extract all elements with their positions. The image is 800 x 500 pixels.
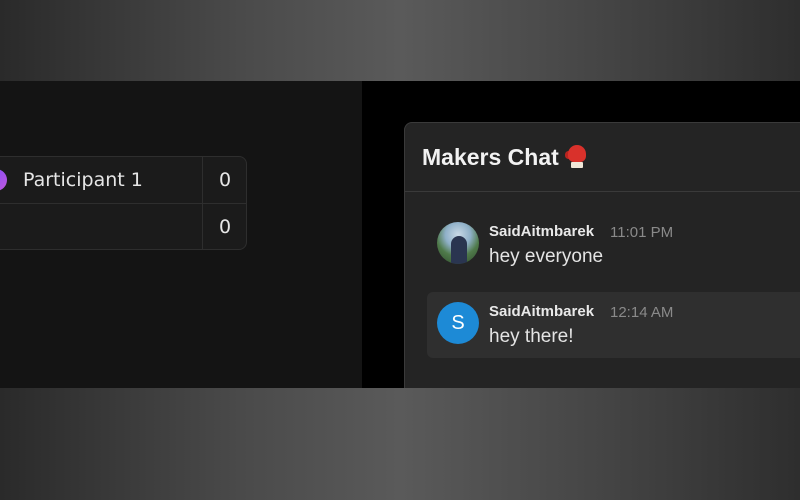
message-timestamp: 11:01 PM bbox=[610, 224, 674, 241]
app-window: Participant 1 0 0 Makers Chat SaidAitmba… bbox=[0, 81, 800, 388]
participant-name: Participant 1 bbox=[23, 169, 143, 191]
participant-score: 0 bbox=[218, 216, 232, 238]
avatar[interactable] bbox=[437, 222, 479, 264]
message-author[interactable]: SaidAitmbarek bbox=[489, 303, 594, 320]
message-text: hey there! bbox=[489, 326, 574, 347]
message-timestamp: 12:14 AM bbox=[610, 304, 674, 321]
message-text: hey everyone bbox=[489, 246, 604, 267]
scoreboard-table: Participant 1 0 0 bbox=[0, 156, 247, 250]
scoreboard-pane: Participant 1 0 0 bbox=[0, 81, 362, 388]
scoreboard-row[interactable]: 0 bbox=[0, 204, 246, 249]
message-author[interactable]: SaidAitmbarek bbox=[489, 223, 594, 240]
avatar[interactable]: S bbox=[437, 302, 479, 344]
boxing-glove-icon bbox=[564, 145, 587, 169]
chat-panel: Makers Chat SaidAitmbarek 11:01 PM hey e… bbox=[404, 122, 800, 388]
participant-score: 0 bbox=[218, 169, 232, 191]
chat-header: Makers Chat bbox=[405, 123, 800, 192]
chat-title: Makers Chat bbox=[422, 143, 559, 170]
scoreboard-row[interactable]: Participant 1 0 bbox=[0, 157, 246, 204]
chat-message[interactable]: S SaidAitmbarek 12:14 AM hey there! bbox=[427, 292, 800, 358]
chat-message[interactable]: SaidAitmbarek 11:01 PM hey everyone bbox=[427, 212, 800, 278]
participant-avatar bbox=[0, 169, 7, 191]
